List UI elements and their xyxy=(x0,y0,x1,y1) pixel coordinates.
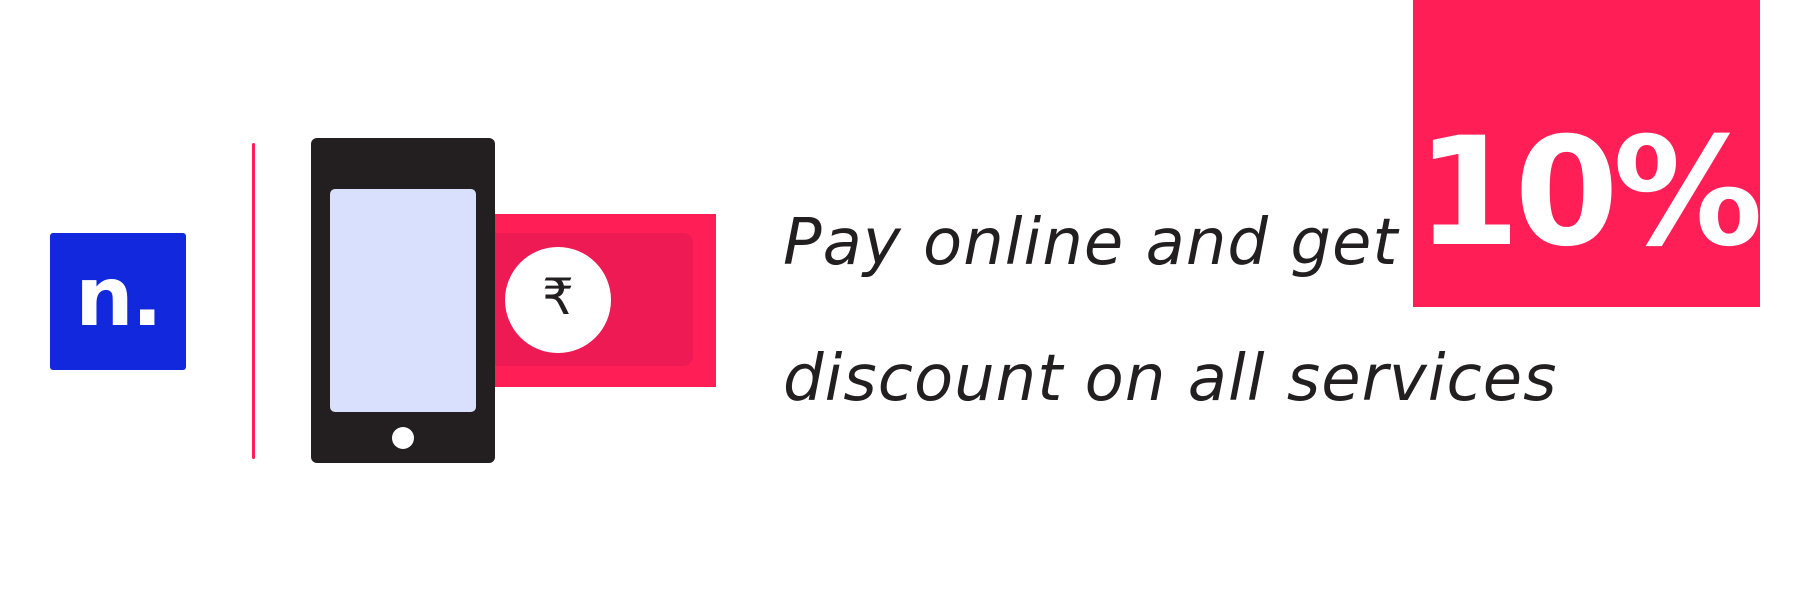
brand-logo: n. xyxy=(50,233,186,370)
promo-line-2: discount on all services xyxy=(783,342,1558,416)
phone-icon xyxy=(311,138,495,463)
rupee-icon: ₹ xyxy=(505,247,611,353)
phone-screen xyxy=(330,189,476,412)
promo-line-1: Pay online and get xyxy=(783,206,1399,280)
promo-headline: Pay online and get discount on all servi… xyxy=(783,175,1557,447)
divider xyxy=(252,143,255,459)
phone-home-button xyxy=(392,427,414,449)
rupee-symbol: ₹ xyxy=(542,268,574,326)
brand-logo-text: n. xyxy=(75,250,163,345)
